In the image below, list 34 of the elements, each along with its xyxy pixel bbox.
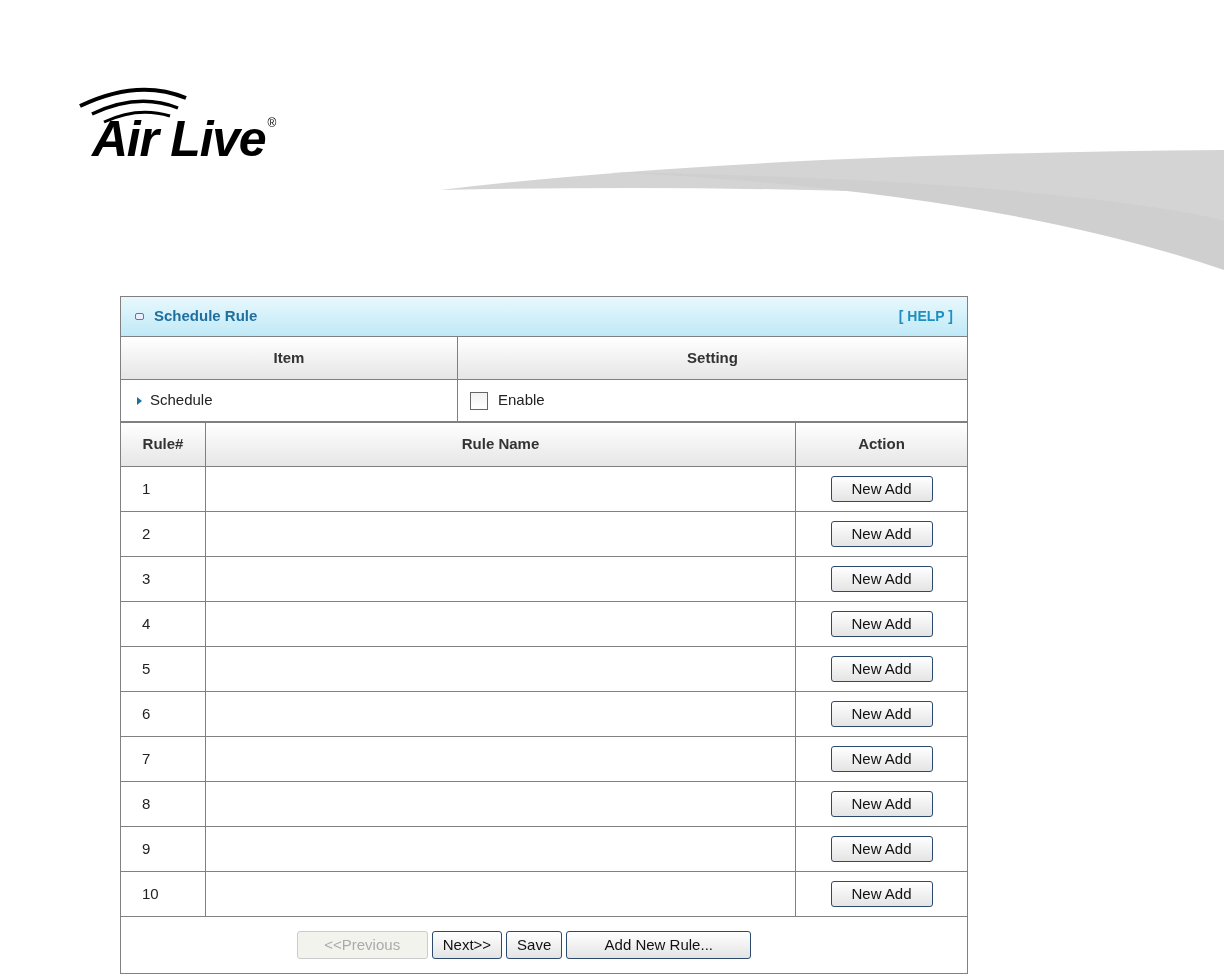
panel-title: Schedule Rule	[154, 306, 258, 327]
checkbox-label: Enable	[498, 390, 545, 411]
rule-number: 6	[121, 692, 206, 737]
column-header: Rule#	[121, 423, 206, 467]
rule-number: 8	[121, 782, 206, 827]
rule-number: 4	[121, 602, 206, 647]
footer-button[interactable]: Save	[506, 931, 563, 959]
enable-checkbox[interactable]	[470, 391, 488, 410]
new-add-button[interactable]: New Add	[830, 701, 933, 727]
rule-number: 5	[121, 647, 206, 692]
rule-number: 10	[121, 872, 206, 917]
new-add-button[interactable]: New Add	[830, 611, 933, 637]
new-add-button[interactable]: New Add	[830, 881, 933, 907]
panel-icon	[135, 313, 144, 320]
rule-number: 1	[121, 467, 206, 512]
footer-button[interactable]: Next>>	[431, 931, 503, 959]
column-header: Rule Name	[206, 423, 796, 467]
new-add-button[interactable]: New Add	[830, 791, 933, 817]
new-add-button[interactable]: New Add	[830, 566, 933, 592]
new-add-button[interactable]: New Add	[830, 656, 933, 682]
footer-button[interactable]: Add New Rule...	[566, 931, 752, 959]
new-add-button[interactable]: New Add	[830, 521, 933, 547]
rule-number: 9	[121, 827, 206, 872]
rule-number: 2	[121, 512, 206, 557]
new-add-button[interactable]: New Add	[830, 836, 933, 862]
new-add-button[interactable]: New Add	[830, 746, 933, 772]
rule-number: 3	[121, 557, 206, 602]
logo-text: Air Live	[92, 114, 266, 164]
column-header: Item	[121, 337, 458, 380]
triangle-icon	[137, 396, 142, 405]
new-add-button[interactable]: New Add	[830, 476, 933, 502]
setting-name: Schedule	[150, 390, 213, 411]
registered-mark: ®	[267, 115, 277, 132]
rule-number: 7	[121, 737, 206, 782]
